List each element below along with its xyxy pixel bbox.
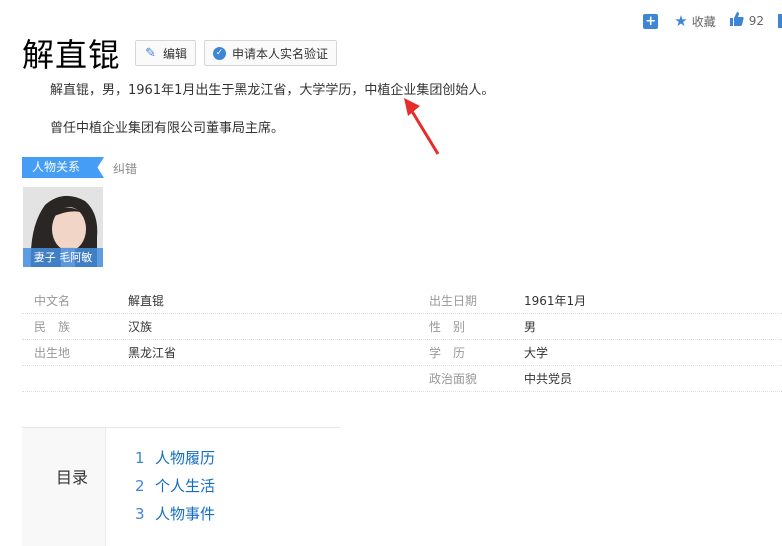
toc-item-text: 个人生活 xyxy=(155,477,216,495)
basic-info-table: 中文名 解直锟 出生日期 1961年1月 民 族 汉族 性 别 男 出生地 黑龙… xyxy=(22,288,782,392)
toc-item[interactable]: 3 人物事件 xyxy=(135,503,215,531)
toc-label: 目录 xyxy=(56,468,89,487)
toc-item-text: 人物事件 xyxy=(155,505,216,523)
red-arrow-annotation xyxy=(404,98,440,155)
info-value: 男 xyxy=(524,320,537,334)
verify-button[interactable]: ✓ 申请本人实名验证 xyxy=(204,40,338,66)
summary-line-2: 曾任中植企业集团有限公司董事局主席。 xyxy=(50,121,285,136)
favorite-label: 收藏 xyxy=(691,14,716,29)
toc-item-number: 3 xyxy=(135,505,145,523)
like-count: 92 xyxy=(748,14,764,28)
toc-item-number: 1 xyxy=(135,449,145,467)
info-value: 解直锟 xyxy=(128,294,165,308)
verify-label: 申请本人实名验证 xyxy=(232,46,329,61)
info-key: 中文名 xyxy=(34,294,71,308)
relation-caption: 妻子 毛阿敏 xyxy=(23,248,103,267)
info-key: 政治面貌 xyxy=(429,372,478,386)
edit-button[interactable]: ✎ 编辑 xyxy=(135,40,197,66)
error-report-link[interactable]: 纠错 xyxy=(113,160,137,177)
info-key: 出生日期 xyxy=(429,294,478,308)
thumbs-up-icon xyxy=(729,12,744,30)
relation-card-wife[interactable]: 妻子 毛阿敏 xyxy=(23,187,103,267)
info-key: 性 别 xyxy=(429,320,466,334)
title-row: 解直锟 ✎ 编辑 ✓ 申请本人实名验证 xyxy=(22,30,345,76)
star-icon: ★ xyxy=(674,12,688,30)
info-value: 1961年1月 xyxy=(524,294,587,308)
info-row: 出生地 黑龙江省 学 历 大学 xyxy=(22,340,782,366)
info-row: 民 族 汉族 性 别 男 xyxy=(22,314,782,340)
page-title: 解直锟 xyxy=(22,36,122,74)
like-button[interactable]: 92 xyxy=(729,12,764,30)
info-value: 黑龙江省 xyxy=(128,346,177,360)
toc-item-number: 2 xyxy=(135,477,145,495)
toc-list: 1 人物履历 2 个人生活 3 人物事件 xyxy=(135,447,215,531)
table-of-contents: 目录 1 人物履历 2 个人生活 3 人物事件 xyxy=(22,427,340,546)
info-row: 中文名 解直锟 出生日期 1961年1月 xyxy=(22,288,782,314)
relations-tab[interactable]: 人物关系 xyxy=(22,157,104,178)
top-toolbar: + ★ 收藏 92 xyxy=(643,10,782,32)
info-key xyxy=(34,366,114,392)
info-value: 大学 xyxy=(524,346,549,360)
toc-item[interactable]: 2 个人生活 xyxy=(135,475,215,503)
plus-square-icon[interactable]: + xyxy=(643,13,659,29)
toc-item[interactable]: 1 人物履历 xyxy=(135,447,215,475)
favorite-button[interactable]: ★ 收藏 xyxy=(674,12,715,30)
toc-sidebar: 目录 xyxy=(22,428,106,546)
edit-label: 编辑 xyxy=(163,46,188,61)
info-key: 民 族 xyxy=(34,320,71,334)
toc-item-text: 人物履历 xyxy=(155,449,216,467)
verified-check-icon: ✓ xyxy=(213,46,227,60)
info-value: 中共党员 xyxy=(524,372,573,386)
info-key: 出生地 xyxy=(34,346,71,360)
info-row: 政治面貌 中共党员 xyxy=(22,366,782,392)
info-value: 汉族 xyxy=(128,320,153,334)
pencil-icon: ✎ xyxy=(145,45,156,61)
info-key: 学 历 xyxy=(429,346,466,360)
share-edge-icon[interactable] xyxy=(778,14,782,28)
